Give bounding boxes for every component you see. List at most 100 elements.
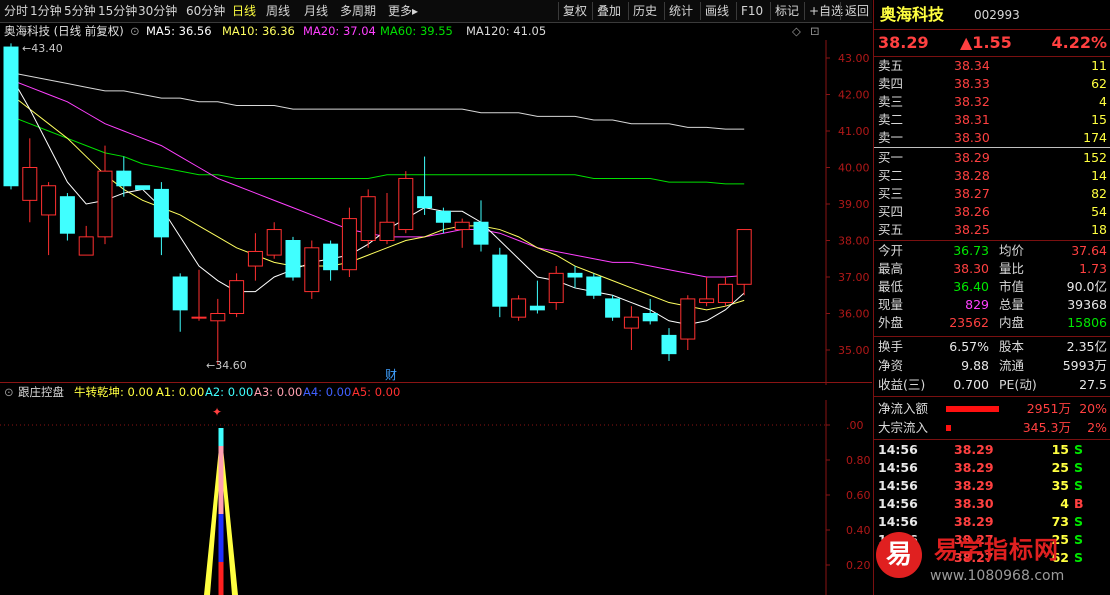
toolbar-action-button[interactable]: +自选 <box>809 3 843 19</box>
period-tab[interactable]: 5分钟 <box>64 3 96 19</box>
ask-row[interactable]: 卖三 38.32 4 <box>874 93 1110 111</box>
candle[interactable] <box>22 138 38 223</box>
period-tab[interactable]: 分时 <box>4 3 28 19</box>
candle[interactable] <box>435 207 451 234</box>
candle[interactable] <box>398 171 414 234</box>
bid-row[interactable]: 买二 38.28 14 <box>874 167 1110 185</box>
stat-value: 23562 <box>949 315 989 330</box>
candle[interactable] <box>78 225 94 256</box>
ask-row[interactable]: 卖一 38.30 174 <box>874 129 1110 147</box>
candle[interactable] <box>736 229 752 296</box>
candle[interactable] <box>3 43 19 190</box>
candle[interactable] <box>379 193 395 245</box>
candle[interactable] <box>247 233 263 281</box>
toolbar-action-button[interactable]: 历史 <box>633 3 657 19</box>
candle[interactable] <box>116 156 132 197</box>
candle[interactable] <box>661 328 677 361</box>
candle[interactable] <box>529 280 545 314</box>
indicator-chart[interactable]: .00 0.80 0.60 0.40 0.20 ✦ <box>0 400 872 595</box>
bid-row[interactable]: 买三 38.27 82 <box>874 185 1110 203</box>
tick-side: S <box>1074 514 1084 529</box>
candle[interactable] <box>511 295 527 321</box>
tick-price: 38.29 <box>954 460 994 475</box>
candle[interactable] <box>266 222 282 259</box>
ind-tick-label: 0.80 <box>846 454 871 467</box>
candle[interactable] <box>360 189 376 248</box>
kline-chart[interactable]: 43.00 42.00 41.00 40.00 39.00 38.00 37.00 36.00… <box>0 40 872 385</box>
candle[interactable] <box>454 218 470 248</box>
diamond-icon[interactable]: ◇ <box>792 22 801 40</box>
indicator-name[interactable]: 跟庄控盘 <box>18 383 64 401</box>
toolbar-action-button[interactable]: 返回 <box>845 3 869 19</box>
tick-row: 14:56 38.29 15 S <box>874 441 1110 459</box>
candle[interactable] <box>97 145 113 245</box>
ask-row[interactable]: 卖二 38.31 15 <box>874 111 1110 129</box>
toolbar-action-button[interactable]: 复权 <box>563 3 587 19</box>
candle[interactable] <box>699 277 715 307</box>
candle[interactable] <box>135 185 151 190</box>
candle[interactable] <box>59 193 75 241</box>
chevron-down-icon[interactable]: ⊙ <box>130 22 140 40</box>
period-tab[interactable]: 60分钟 <box>186 3 225 19</box>
tick-price: 38.29 <box>954 442 994 457</box>
candle[interactable] <box>285 236 301 281</box>
candle[interactable] <box>210 298 226 365</box>
candle[interactable] <box>567 266 583 288</box>
toolbar-action-button[interactable]: 统计 <box>669 3 693 19</box>
candle[interactable] <box>473 200 489 252</box>
bid-row[interactable]: 买一 38.29 152 <box>874 149 1110 167</box>
ask-row[interactable]: 卖五 38.34 11 <box>874 57 1110 75</box>
tick-side: S <box>1074 460 1084 475</box>
candle[interactable] <box>41 182 57 256</box>
event-mark[interactable]: 财 <box>385 368 397 382</box>
candle[interactable] <box>229 273 245 318</box>
expand-icon[interactable]: ⊡ <box>810 22 820 40</box>
tick-side: S <box>1074 442 1084 457</box>
candle[interactable] <box>642 298 658 325</box>
stat-label: 外盘 <box>878 315 904 330</box>
toolbar-action-button[interactable]: 标记 <box>775 3 799 19</box>
period-tab[interactable]: 30分钟 <box>138 3 177 19</box>
bid-row[interactable]: 买五 38.25 18 <box>874 221 1110 239</box>
period-tab[interactable]: 月线 <box>304 3 328 19</box>
ask-volume: 4 <box>1099 94 1107 109</box>
indicator-header: ⊙ 跟庄控盘 牛转乾坤: 0.00 A1: 0.00 A2: 0.00 A3: … <box>0 382 872 401</box>
period-tab[interactable]: 日线 <box>232 3 256 19</box>
toolbar-separator <box>804 2 805 20</box>
toolbar-action-button[interactable]: 叠加 <box>597 3 621 19</box>
toolbar-action-button[interactable]: F10 <box>741 3 763 19</box>
period-tab[interactable]: 周线 <box>266 3 290 19</box>
candle[interactable] <box>586 273 602 299</box>
candle[interactable] <box>417 156 433 215</box>
tick-price: 38.29 <box>954 514 994 529</box>
candle[interactable] <box>191 269 207 321</box>
candle[interactable] <box>623 306 639 350</box>
ask-label: 卖四 <box>878 76 904 91</box>
candle[interactable] <box>304 240 320 299</box>
indicator-menu-icon[interactable]: ⊙ <box>4 383 14 401</box>
ask-row[interactable]: 卖四 38.33 62 <box>874 75 1110 93</box>
bid-price: 38.25 <box>954 222 990 237</box>
ask-volume: 15 <box>1091 112 1107 127</box>
candle[interactable] <box>341 207 357 277</box>
stat-label: 最高 <box>878 261 904 276</box>
flow-label: 净流入额 <box>878 401 929 416</box>
ask-label: 卖二 <box>878 112 904 127</box>
stat-value: 6.57% <box>949 339 989 354</box>
ask-price: 38.32 <box>954 94 990 109</box>
candle[interactable] <box>323 240 339 281</box>
period-tab[interactable]: 15分钟 <box>98 3 137 19</box>
candle[interactable] <box>172 273 188 332</box>
toolbar-action-button[interactable]: 画线 <box>705 3 729 19</box>
candle[interactable] <box>492 247 508 318</box>
candle[interactable] <box>605 295 621 321</box>
candle[interactable] <box>717 277 733 307</box>
tick-volume: 15 <box>1051 442 1069 457</box>
candle[interactable] <box>153 182 169 256</box>
bid-row[interactable]: 买四 38.26 54 <box>874 203 1110 221</box>
period-tab[interactable]: 更多▸ <box>388 3 418 19</box>
period-tab[interactable]: 1分钟 <box>30 3 62 19</box>
period-tab[interactable]: 多周期 <box>340 3 376 19</box>
candle[interactable] <box>680 295 696 350</box>
candle[interactable] <box>548 266 564 310</box>
